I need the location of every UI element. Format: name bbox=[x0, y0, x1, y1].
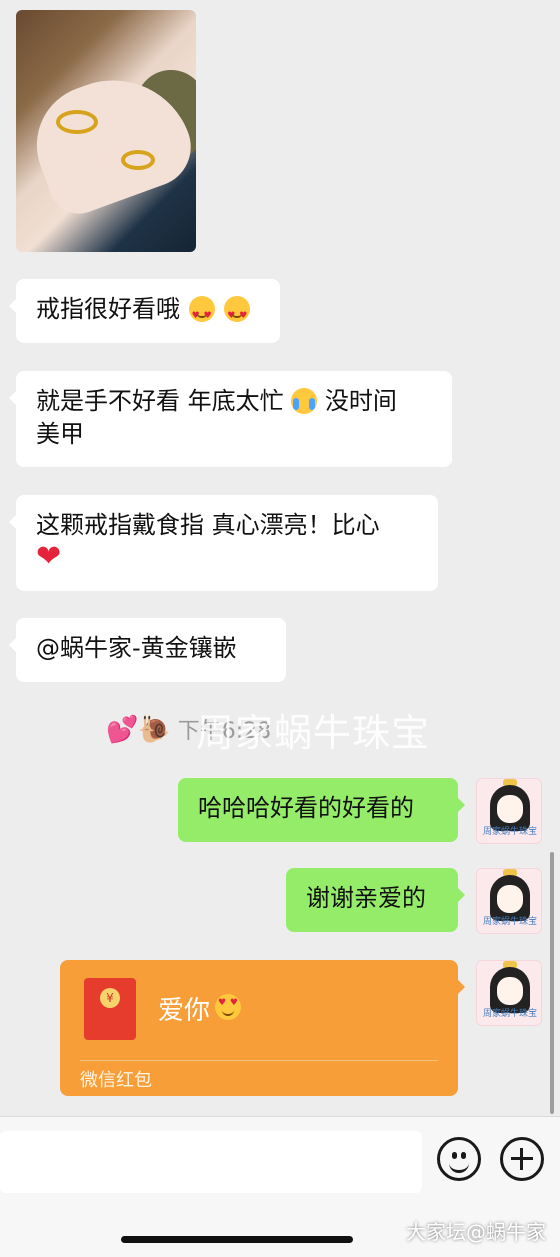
smile-eye bbox=[452, 1152, 457, 1159]
red-heart-emoji-icon: ❤ bbox=[36, 539, 62, 574]
smile-mouth bbox=[449, 1160, 469, 1173]
avatar-caption: 周家蜗牛珠宝 bbox=[482, 917, 537, 927]
site-watermark: 大家坛@蜗牛家 bbox=[406, 1220, 546, 1244]
red-packet-message[interactable]: ¥ 爱你 微信红包 bbox=[60, 960, 465, 1096]
home-indicator[interactable] bbox=[121, 1236, 353, 1243]
chat-bubble-left[interactable]: @蜗牛家-黄金镶嵌 bbox=[9, 618, 286, 682]
message-text: 这颗戒指戴食指 真心漂亮！比心 bbox=[36, 511, 380, 539]
chat-bubble-left[interactable]: 这颗戒指戴食指 真心漂亮！比心 ❤ bbox=[9, 495, 438, 591]
chat-bubble-right[interactable]: 谢谢亲爱的 bbox=[286, 868, 465, 932]
message-text: 哈哈哈好看的好看的 bbox=[198, 794, 414, 822]
chat-bubble-left[interactable]: 就是手不好看 年底太忙 没时间 美甲 bbox=[9, 371, 452, 467]
avatar-caption: 周家蜗牛珠宝 bbox=[482, 827, 537, 837]
heart-eyes-emoji-icon bbox=[214, 994, 242, 1020]
message-text: 没时间 bbox=[324, 387, 397, 415]
image-ring bbox=[56, 110, 98, 134]
coin-icon: ¥ bbox=[100, 988, 120, 1008]
heart-eyes-emoji-icon bbox=[188, 296, 215, 333]
avatar[interactable]: 周家蜗牛珠宝 bbox=[476, 778, 542, 844]
red-packet-label: 微信红包 bbox=[80, 1070, 152, 1091]
message-line: 就是手不好看 年底太忙 没时间 bbox=[36, 385, 432, 418]
message-line: 美甲 bbox=[36, 420, 84, 448]
red-packet-icon: ¥ bbox=[84, 978, 136, 1040]
avatar-face bbox=[497, 977, 523, 1005]
image-ring bbox=[121, 150, 155, 170]
chat-bubble-left[interactable]: 戒指很好看哦 bbox=[9, 279, 280, 343]
crying-emoji-icon bbox=[291, 388, 318, 414]
scrollbar[interactable] bbox=[550, 852, 554, 1114]
chat-bubble-right[interactable]: 哈哈哈好看的好看的 bbox=[178, 778, 465, 842]
avatar[interactable]: 周家蜗牛珠宝 bbox=[476, 868, 542, 934]
heart-eyes-face bbox=[215, 994, 241, 1020]
avatar-face bbox=[497, 885, 523, 913]
message-text: 就是手不好看 年底太忙 bbox=[36, 387, 284, 415]
chat-image-rings[interactable] bbox=[16, 10, 196, 252]
avatar-caption: 周家蜗牛珠宝 bbox=[482, 1009, 537, 1019]
hearts-snail-emoji-icon: 💕🐌 bbox=[106, 715, 171, 745]
heart-eyes-emoji-icon bbox=[224, 296, 251, 333]
message-text: 戒指很好看哦 bbox=[36, 295, 180, 323]
message-line: ❤ bbox=[36, 542, 418, 575]
message-input[interactable] bbox=[0, 1131, 422, 1193]
avatar-face bbox=[497, 795, 523, 823]
plus-button[interactable] bbox=[500, 1137, 544, 1181]
shop-watermark: 周家蜗牛珠宝 bbox=[196, 711, 431, 755]
red-packet-text: 爱你 bbox=[158, 996, 211, 1026]
message-text: 谢谢亲爱的 bbox=[306, 884, 426, 912]
avatar[interactable]: 周家蜗牛珠宝 bbox=[476, 960, 542, 1026]
smile-eye bbox=[461, 1152, 466, 1159]
emoji-button[interactable] bbox=[437, 1137, 481, 1181]
message-text: @蜗牛家-黄金镶嵌 bbox=[36, 634, 237, 662]
divider bbox=[80, 1060, 438, 1061]
